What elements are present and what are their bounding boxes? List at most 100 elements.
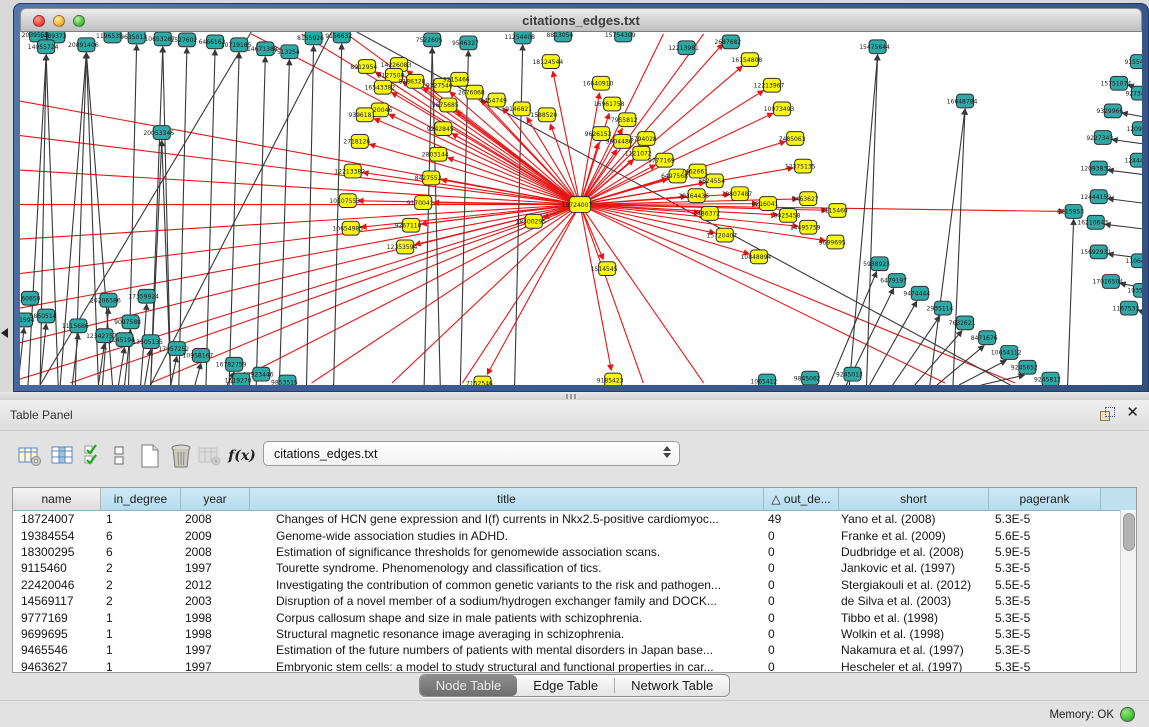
- table-cell: 2003: [181, 594, 250, 608]
- graph-node-label: 9546327: [452, 40, 479, 47]
- network-table-select[interactable]: citations_edges.txt: [263, 441, 680, 466]
- graph-node-label: 17359924: [128, 294, 159, 301]
- table-row[interactable]: 1456911722003Disruption of a novel membe…: [13, 593, 1136, 609]
- table-cell: 0: [764, 660, 839, 673]
- table-cell: Wolkin et al. (1998): [839, 627, 989, 641]
- table-cell: 0: [764, 611, 839, 625]
- memory-status-indicator[interactable]: [1120, 707, 1135, 722]
- float-panel-icon[interactable]: [1100, 407, 1115, 421]
- table-row[interactable]: 946362711997Embryonic stem cells: a mode…: [13, 659, 1136, 673]
- window-title: citations_edges.txt: [21, 13, 1141, 28]
- column-header-title[interactable]: title: [250, 488, 764, 510]
- show-columns-icon[interactable]: [49, 441, 77, 471]
- table-cell: 14569117: [13, 594, 101, 608]
- network-view-window[interactable]: citations_edges.txt 89129541422608391275…: [13, 3, 1149, 392]
- graph-node-label: 9463627: [792, 196, 819, 203]
- import-table-disabled-icon: [196, 441, 224, 471]
- graph-node-label: 20364436: [678, 193, 709, 200]
- table-row[interactable]: 1938455462009Genome-wide association stu…: [13, 527, 1136, 543]
- graph-node-label: 9777169: [648, 158, 675, 165]
- graph-node-label: 2718126: [343, 139, 370, 146]
- graph-node-label: 10958167: [183, 353, 214, 360]
- graph-node-label: 9845062: [794, 375, 821, 382]
- table-cell: 9777169: [13, 611, 101, 625]
- table-cell: 6: [101, 545, 181, 559]
- table-row[interactable]: 946554611997Estimation of the future num…: [13, 642, 1136, 658]
- new-table-icon[interactable]: [136, 441, 164, 471]
- select-rows-icon[interactable]: [80, 441, 108, 471]
- graph-edge: [870, 301, 917, 385]
- table-cell: 49: [764, 512, 839, 526]
- graph-edge: [20, 205, 580, 380]
- table-row[interactable]: 2242004622012Investigating the contribut…: [13, 577, 1136, 593]
- table-row[interactable]: 1872400712008Changes of HCN gene express…: [13, 511, 1136, 527]
- table-cell: Changes of HCN gene expression and I(f) …: [250, 512, 764, 526]
- graph-node-label: 9245013: [836, 371, 863, 378]
- network-graph-canvas[interactable]: 8912954142260839127508818632893275469215…: [20, 32, 1142, 385]
- column-header-in_degree[interactable]: in_degree: [101, 488, 181, 510]
- graph-node-label: 9853515: [271, 379, 298, 385]
- table-row[interactable]: 911546021997Tourette syndrome. Phenomeno…: [13, 560, 1136, 576]
- close-panel-icon[interactable]: ✕: [1126, 405, 1139, 421]
- graph-node-label: 10807487: [721, 191, 752, 198]
- window-titlebar[interactable]: citations_edges.txt: [20, 8, 1142, 32]
- graph-node-label: 10654112: [991, 350, 1022, 357]
- column-header-out_de[interactable]: △ out_de...: [764, 488, 839, 510]
- function-builder-icon[interactable]: f(x): [228, 441, 256, 471]
- graph-node-label: 9146821: [505, 106, 532, 113]
- graph-node-label: 1115686: [62, 323, 89, 330]
- graph-edge: [953, 109, 965, 385]
- panel-divider-grip-icon[interactable]: [566, 394, 578, 399]
- graph-node-label: 1527602: [170, 37, 197, 44]
- graph-node-label: 16782759: [216, 362, 247, 369]
- graph-node-label: 10025458: [770, 213, 801, 220]
- graph-node-label: 6479197: [880, 278, 907, 285]
- collapse-left-arrow-icon[interactable]: [1, 328, 8, 338]
- graph-node-label: 7152546: [466, 380, 493, 385]
- graph-node-label: 6216041: [752, 201, 779, 208]
- graph-node-label: 7632621: [949, 320, 976, 327]
- table-cell: 18300295: [13, 545, 101, 559]
- graph-node-label: 9474444: [903, 291, 930, 298]
- tab-edge-table[interactable]: Edge Table: [517, 675, 614, 696]
- scrollbar-thumb[interactable]: [1123, 513, 1135, 551]
- table-cell: Estimation of significance thresholds fo…: [250, 545, 764, 559]
- column-header-year[interactable]: year: [181, 488, 250, 510]
- graph-node-label: 9245812: [1034, 376, 1061, 383]
- table-cell: 19384554: [13, 529, 101, 543]
- row-height-icon[interactable]: [110, 441, 128, 471]
- column-header-name[interactable]: name: [13, 488, 101, 510]
- table-row[interactable]: 1830029562008Estimation of significance …: [13, 544, 1136, 560]
- graph-edge: [1108, 170, 1142, 176]
- tab-node-table[interactable]: Node Table: [420, 675, 518, 696]
- graph-node-label: 9396181: [348, 112, 375, 119]
- table-row[interactable]: 977716911998Corpus callosum shape and si…: [13, 609, 1136, 625]
- graph-node-label: 8186328: [399, 79, 426, 86]
- table-vertical-scrollbar[interactable]: [1120, 510, 1136, 672]
- combo-stepper-icon: [663, 446, 671, 458]
- panel-divider[interactable]: [0, 392, 1149, 400]
- graph-edge: [1105, 224, 1142, 230]
- graph-node-label: 9904486: [606, 139, 633, 146]
- table-settings-icon[interactable]: [16, 441, 44, 471]
- graph-node-label: 9267110: [395, 223, 422, 230]
- tab-network-table[interactable]: Network Table: [615, 675, 729, 696]
- table-cell: 18724007: [13, 512, 101, 526]
- graph-node-label: 9245652: [1011, 365, 1038, 372]
- graph-node-label: 8427552: [415, 175, 442, 182]
- graph-node-label: 124441: [1124, 158, 1142, 165]
- graph-node-label: 9329966: [1096, 108, 1123, 115]
- table-row[interactable]: 969969511998Structural magnetic resonanc…: [13, 626, 1136, 642]
- graph-node-label: 8912954: [350, 64, 377, 71]
- graph-edge: [452, 133, 580, 204]
- left-desktop-strip: [0, 0, 13, 392]
- table-cell: 6: [101, 529, 181, 543]
- citation-network-graph[interactable]: 8912954142260839127508818632893275469215…: [20, 32, 1142, 385]
- table-cell: 0: [764, 643, 839, 657]
- column-header-pagerank[interactable]: pagerank: [989, 488, 1101, 510]
- column-header-short[interactable]: short: [839, 488, 989, 510]
- delete-table-icon[interactable]: [167, 441, 195, 471]
- graph-node-label: 11254408: [504, 34, 535, 41]
- graph-edge: [75, 53, 86, 385]
- table-cell: 9699695: [13, 627, 101, 641]
